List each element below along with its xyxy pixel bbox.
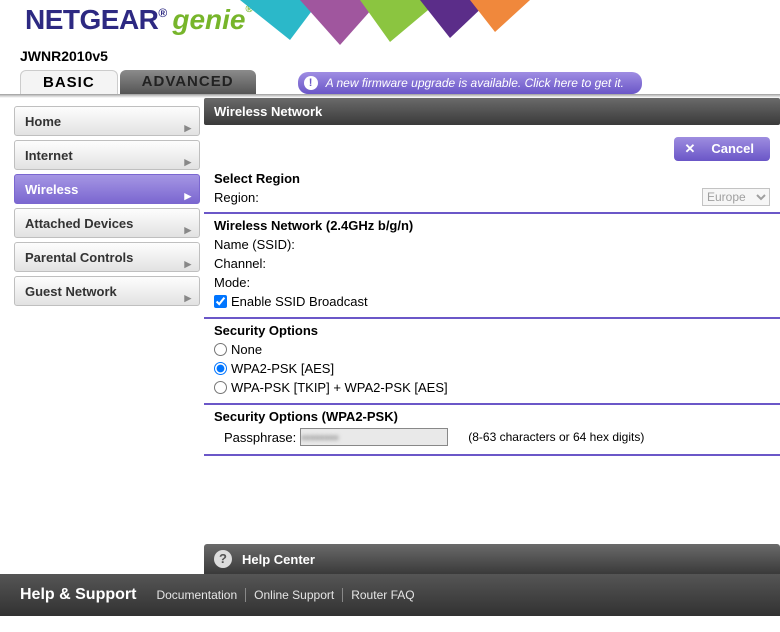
brand-logo: NETGEAR® <box>25 4 167 36</box>
sidebar-item-parental-controls[interactable]: Parental Controls ▸ <box>14 242 200 272</box>
sidebar-item-internet[interactable]: Internet ▸ <box>14 140 200 170</box>
footer-link-docs[interactable]: Documentation <box>148 588 246 602</box>
model-label: JWNR2010v5 <box>0 48 780 64</box>
chevron-right-icon: ▸ <box>184 113 191 142</box>
section-passphrase: Security Options (WPA2-PSK) Passphrase: … <box>204 405 780 456</box>
panel-title: Wireless Network <box>204 98 780 125</box>
chevron-right-icon: ▸ <box>184 147 191 176</box>
chevron-right-icon: ▸ <box>184 181 191 210</box>
security-label-mixed: WPA-PSK [TKIP] + WPA2-PSK [AES] <box>231 380 448 395</box>
region-heading: Select Region <box>214 171 770 186</box>
sidebar-item-home[interactable]: Home ▸ <box>14 106 200 136</box>
section-security: Security Options None WPA2-PSK [AES] WPA… <box>204 319 780 405</box>
chevron-right-icon: ▸ <box>184 215 191 244</box>
footer-link-faq[interactable]: Router FAQ <box>343 588 422 602</box>
sidebar-item-wireless[interactable]: Wireless ▸ <box>14 174 200 204</box>
sidebar-item-label: Attached Devices <box>25 216 133 231</box>
security-radio-none[interactable] <box>214 343 227 356</box>
sidebar-item-label: Wireless <box>25 182 78 197</box>
sidebar-item-label: Internet <box>25 148 73 163</box>
channel-label: Channel: <box>214 254 770 273</box>
security-label-none: None <box>231 342 262 357</box>
tab-basic[interactable]: BASIC <box>20 70 118 94</box>
sidebar-item-guest-network[interactable]: Guest Network ▸ <box>14 276 200 306</box>
firmware-notice[interactable]: ! A new firmware upgrade is available. C… <box>298 72 642 94</box>
region-label: Region: <box>214 190 259 205</box>
sidebar-item-attached-devices[interactable]: Attached Devices ▸ <box>14 208 200 238</box>
region-select[interactable]: Europe <box>702 188 770 206</box>
security-label-wpa2: WPA2-PSK [AES] <box>231 361 334 376</box>
sidebar-item-label: Home <box>25 114 61 129</box>
ssid-label: Name (SSID): <box>214 235 770 254</box>
tabs-row: BASIC ADVANCED ! A new firmware upgrade … <box>0 64 780 94</box>
chevron-right-icon: ▸ <box>184 249 191 278</box>
product-logo: genie® <box>172 4 253 35</box>
footer-link-support[interactable]: Online Support <box>246 588 343 602</box>
close-icon: ✕ <box>684 141 695 156</box>
header: NETGEAR® genie® <box>0 0 780 48</box>
toolbar: ✕ Cancel <box>204 125 780 167</box>
sidebar-item-label: Parental Controls <box>25 250 133 265</box>
ssid-broadcast-label: Enable SSID Broadcast <box>231 294 368 309</box>
passphrase-input[interactable] <box>300 428 448 446</box>
passphrase-label: Passphrase: <box>224 430 296 445</box>
info-icon: ! <box>304 76 318 90</box>
mode-label: Mode: <box>214 273 770 292</box>
security-radio-wpa2[interactable] <box>214 362 227 375</box>
passphrase-hint: (8-63 characters or 64 hex digits) <box>468 430 644 444</box>
tab-advanced[interactable]: ADVANCED <box>120 70 256 94</box>
help-icon: ? <box>214 550 232 568</box>
cancel-label: Cancel <box>711 141 754 156</box>
section-region: Select Region Region: Europe <box>204 167 780 214</box>
section-wireless-24: Wireless Network (2.4GHz b/g/n) Name (SS… <box>204 214 780 319</box>
help-center-label: Help Center <box>242 552 315 567</box>
footer-title: Help & Support <box>20 586 136 604</box>
footer: Help & Support Documentation Online Supp… <box>0 574 780 616</box>
wl24-heading: Wireless Network (2.4GHz b/g/n) <box>214 218 770 233</box>
cancel-button[interactable]: ✕ Cancel <box>674 137 770 161</box>
decorative-shapes <box>230 0 550 48</box>
security-radio-mixed[interactable] <box>214 381 227 394</box>
security-heading: Security Options <box>214 323 770 338</box>
content-panel: Wireless Network ✕ Cancel Select Region R… <box>204 98 780 574</box>
passphrase-heading: Security Options (WPA2-PSK) <box>214 409 770 424</box>
ssid-broadcast-checkbox[interactable] <box>214 295 227 308</box>
sidebar: Home ▸ Internet ▸ Wireless ▸ Attached De… <box>0 98 204 574</box>
sidebar-item-label: Guest Network <box>25 284 117 299</box>
help-center-bar[interactable]: ? Help Center <box>204 544 780 574</box>
firmware-text: A new firmware upgrade is available. Cli… <box>326 76 624 90</box>
chevron-right-icon: ▸ <box>184 283 191 312</box>
